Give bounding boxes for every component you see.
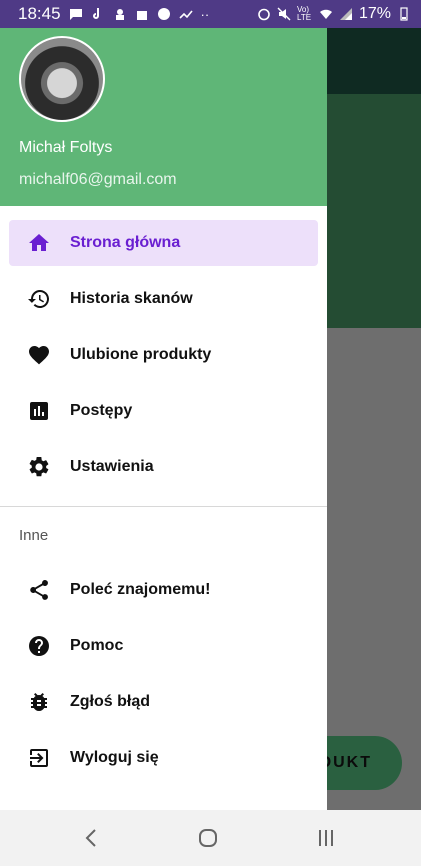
battery-icon [400, 7, 408, 21]
menu-item-label: Pomoc [70, 637, 124, 654]
home-button-icon[interactable] [196, 826, 220, 850]
bar-chart-icon [26, 398, 52, 424]
menu-item-history[interactable]: Historia skanów [9, 276, 318, 322]
logout-icon [26, 745, 52, 771]
user-name: Michał Foltys [19, 139, 113, 156]
menu-item-report-bug[interactable]: Zgłoś błąd [9, 679, 318, 725]
alarm-icon [258, 8, 270, 21]
volte-indicator: Vo) LTE [296, 5, 312, 22]
menu-item-settings[interactable]: Ustawienia [9, 444, 318, 490]
shopping-bag-icon [136, 11, 147, 20]
menu-item-label: Strona główna [70, 234, 181, 251]
user-email: michalf06@gmail.com [19, 171, 177, 188]
menu-item-logout[interactable]: Wyloguj się [9, 735, 318, 781]
wifi-icon [319, 9, 332, 19]
battery-percent: 17% [358, 5, 391, 22]
menu-item-share[interactable]: Poleć znajomemu! [9, 567, 318, 613]
notification-icons: ·· [69, 6, 210, 22]
system-icons: Vo) LTE 17% [257, 5, 411, 23]
menu-item-help[interactable]: Pomoc [9, 623, 318, 669]
drawer-divider [0, 506, 327, 507]
tiktok-icon [92, 8, 99, 19]
menu-item-favorites[interactable]: Ulubione produkty [9, 332, 318, 378]
menu-item-home[interactable]: Strona główna [9, 220, 318, 266]
history-icon [26, 286, 52, 312]
app-notification-icon [115, 9, 124, 20]
message-icon [69, 9, 82, 20]
menu-item-label: Poleć znajomemu! [70, 581, 211, 598]
drawer-header: Michał Foltys michalf06@gmail.com [0, 28, 327, 206]
menu-item-label: Zgłoś błąd [70, 693, 150, 710]
menu-item-label: Historia skanów [70, 290, 193, 307]
menu-item-progress[interactable]: Postępy [9, 388, 318, 434]
section-title-other: Inne [19, 527, 49, 544]
trend-icon [178, 10, 193, 19]
system-navigation-bar [0, 810, 421, 866]
signal-icon [339, 8, 352, 20]
home-icon [26, 230, 52, 256]
help-icon [26, 633, 52, 659]
menu-item-label: Ustawienia [70, 458, 154, 475]
fab-label: DUKT [319, 754, 372, 771]
heart-icon [26, 342, 52, 368]
menu-item-label: Wyloguj się [70, 749, 159, 766]
menu-item-label: Ulubione produkty [70, 346, 212, 363]
navigation-drawer: Michał Foltys michalf06@gmail.com Strona… [0, 28, 327, 810]
bug-icon [26, 689, 52, 715]
status-bar: 18:45 ·· Vo) LTE 17% [0, 0, 421, 28]
share-icon [26, 577, 52, 603]
mute-icon [277, 7, 291, 21]
gear-icon [26, 454, 52, 480]
messenger-icon [157, 8, 170, 20]
more-notifications-icon: ·· [200, 6, 210, 22]
avatar[interactable] [19, 36, 105, 122]
back-icon[interactable] [80, 826, 104, 850]
status-time: 18:45 [18, 4, 61, 23]
menu-item-label: Postępy [70, 402, 133, 419]
recent-apps-icon[interactable] [314, 826, 338, 850]
